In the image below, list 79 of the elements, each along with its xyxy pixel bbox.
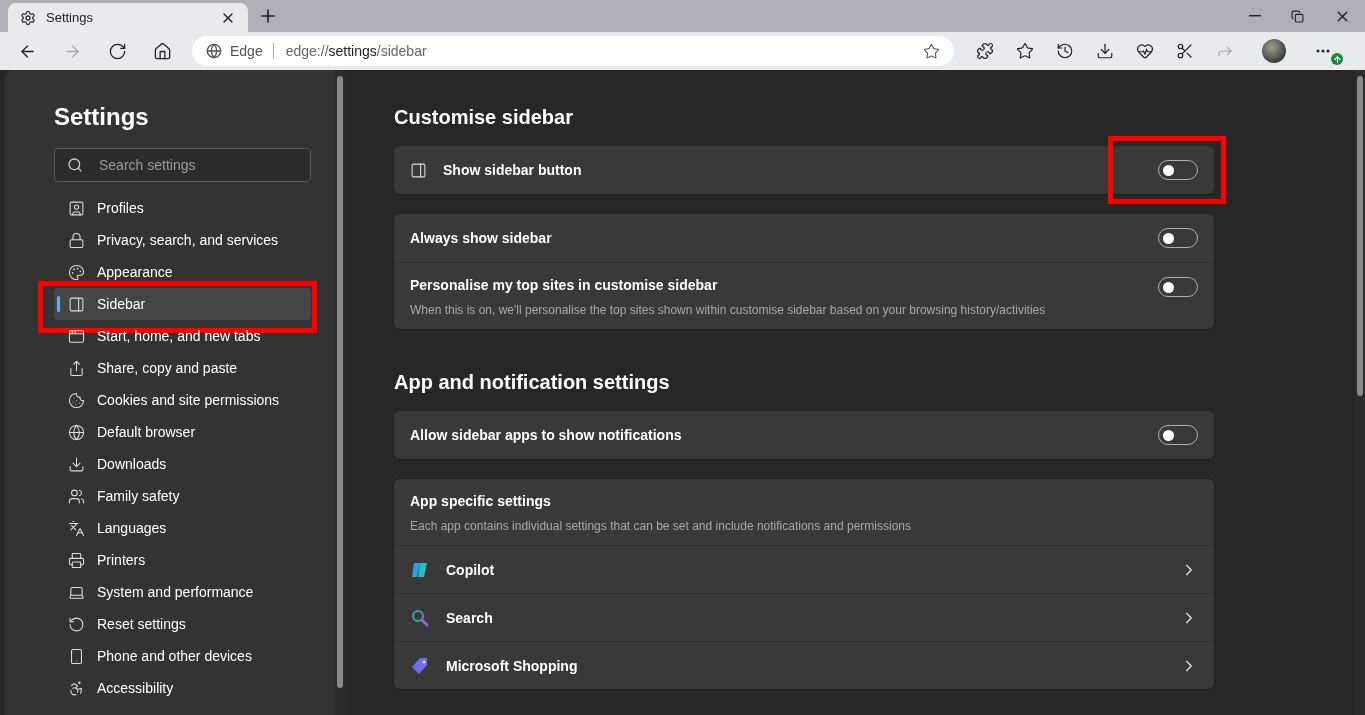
palette-icon — [68, 263, 85, 281]
setting-label: Personalise my top sites in customise sidebar — [410, 277, 719, 293]
app-label[interactable]: Search — [446, 609, 1164, 626]
globe-icon — [68, 423, 85, 441]
tab-title: Settings — [46, 10, 94, 25]
sidebar-item[interactable]: System and performance — [54, 576, 311, 608]
search-icon — [67, 157, 83, 173]
sidebar-item[interactable]: Appearance — [54, 256, 311, 288]
sidebar-item[interactable]: Profiles — [54, 192, 311, 224]
site-label: Edge — [230, 43, 274, 59]
tag-icon — [410, 655, 430, 676]
url-text: edge://settings/sidebar — [284, 43, 428, 59]
lock-icon — [68, 231, 85, 249]
gear-icon — [20, 9, 36, 26]
section-title: App and notification settings — [394, 370, 671, 395]
app-label[interactable]: Microsoft Shopping — [446, 657, 1164, 674]
setting-label: Allow sidebar apps to show notifications — [410, 427, 683, 443]
heart-icon — [1136, 42, 1154, 60]
minimize-icon — [1249, 15, 1261, 17]
history-button[interactable] — [1056, 42, 1074, 60]
browser-tab[interactable]: Settings — [8, 3, 248, 32]
reload-icon — [108, 41, 127, 61]
sidebar-item[interactable]: Downloads — [54, 448, 311, 480]
sidebar-item[interactable]: Phone and other devices — [54, 640, 311, 672]
sidebar-item[interactable]: Privacy, search, and services — [54, 224, 311, 256]
home-button[interactable] — [153, 41, 172, 61]
download-icon — [68, 455, 85, 473]
sidebar-item[interactable]: Share, copy and paste — [54, 352, 311, 384]
sidebar-item[interactable]: Start, home, and new tabs — [54, 320, 311, 352]
reload-button[interactable] — [108, 41, 127, 61]
panel-icon — [410, 161, 427, 179]
window-icon — [68, 327, 85, 345]
sidebar-item[interactable]: Reset settings — [54, 608, 311, 640]
sidebar-item[interactable]: Cookies and site permissions — [54, 384, 311, 416]
restore-icon — [1291, 9, 1304, 23]
sidebar-title: Settings — [54, 102, 150, 132]
downloads-button[interactable] — [1096, 42, 1114, 60]
people-icon — [68, 487, 85, 505]
extensions-icon — [976, 42, 994, 60]
sidebar-item[interactable]: Printers — [54, 544, 311, 576]
setting-description: When this is on, we'll personalise the top sites shown within customise sidebar based on your browsing history/activities — [410, 303, 1047, 317]
restore-button[interactable] — [1291, 9, 1304, 23]
globe-icon — [206, 43, 222, 59]
extensions-button[interactable] — [976, 42, 994, 60]
heart-button[interactable] — [1136, 42, 1154, 60]
languages-icon — [68, 519, 85, 537]
home-icon — [153, 41, 172, 61]
downloads-icon — [1096, 42, 1114, 60]
setting-label: Always show sidebar — [410, 230, 553, 246]
section-title: Customise sidebar — [394, 105, 574, 130]
scrollbar-thumb[interactable] — [337, 76, 343, 688]
address-bar[interactable]: Edge edge://settings/sidebar — [192, 36, 954, 66]
phone-icon — [68, 647, 85, 665]
sidebar-item[interactable]: Default browser — [54, 416, 311, 448]
setting-label: Show sidebar button — [443, 162, 583, 178]
favorites-button[interactable] — [1016, 42, 1034, 60]
setting-heading: App specific settings — [410, 493, 552, 509]
minimize-button[interactable] — [1249, 15, 1261, 17]
search-field[interactable]: Search settings — [54, 148, 311, 182]
sidebar-item[interactable]: Languages — [54, 512, 311, 544]
more-button[interactable] — [1316, 49, 1330, 53]
scrollbar-thumb[interactable] — [1357, 76, 1363, 396]
history-icon — [1056, 42, 1074, 60]
share-icon — [68, 359, 85, 377]
panel-icon — [68, 295, 85, 313]
magnifier-icon — [410, 607, 430, 628]
sidebar-item[interactable]: Sidebar — [54, 288, 311, 320]
profile-icon — [68, 199, 85, 217]
star-icon[interactable] — [923, 42, 940, 60]
avatar[interactable] — [1262, 39, 1286, 63]
sidebar-item[interactable]: Accessibility — [54, 672, 311, 704]
setting-description: Each app contains individual settings that can be set and include notifications and permissions — [410, 519, 912, 533]
cookie-icon — [68, 391, 85, 409]
sidebar-item[interactable]: Family safety — [54, 480, 311, 512]
more-icon — [1316, 49, 1330, 53]
favorites-icon — [1016, 42, 1034, 60]
app-label[interactable]: Copilot — [446, 561, 1164, 578]
reset-icon — [68, 615, 85, 633]
printer-icon — [68, 551, 85, 569]
